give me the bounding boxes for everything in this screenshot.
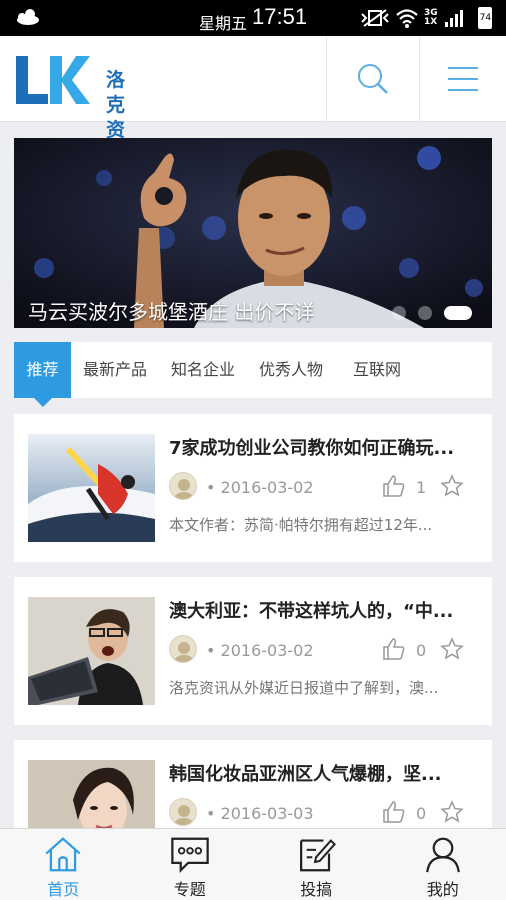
article-date: • 2016-03-02 <box>206 478 314 497</box>
author-avatar[interactable] <box>169 798 197 826</box>
search-button[interactable] <box>327 36 419 122</box>
favorite-star-icon[interactable] <box>440 474 464 498</box>
carousel-dot-active[interactable] <box>444 306 472 320</box>
nav-me[interactable]: 我的 <box>380 829 506 900</box>
article-card[interactable]: 7家成功创业公司教你如何正确玩... • 2016-03-02 1 本文作者：苏… <box>14 414 492 562</box>
status-day: 星期五 <box>199 14 248 33</box>
menu-button[interactable] <box>420 36 506 122</box>
tab-famous-companies[interactable]: 知名企业 <box>159 342 247 398</box>
author-avatar[interactable] <box>169 472 197 500</box>
lk-logo[interactable]: 洛克 资讯 <box>14 50 138 166</box>
tab-outstanding-people[interactable]: 优秀人物 <box>247 342 335 398</box>
carousel-dot[interactable] <box>392 306 406 320</box>
like-count: 1 <box>416 478 427 497</box>
app-header: 洛克 资讯 <box>0 36 506 166</box>
article-excerpt: 洛克资讯从外媒近日报道中了解到，澳... <box>169 679 439 697</box>
carousel-dot[interactable] <box>418 306 432 320</box>
nav-topics[interactable]: 专题 <box>127 829 254 900</box>
search-icon <box>358 64 388 94</box>
like-icon[interactable] <box>382 474 406 498</box>
article-title[interactable]: 7家成功创业公司教你如何正确玩... <box>169 434 481 460</box>
article-excerpt: 本文作者：苏简·帕特尔拥有超过12年... <box>169 516 433 534</box>
edit-icon <box>300 839 337 872</box>
user-icon <box>425 837 460 873</box>
nav-label: 我的 <box>426 880 459 899</box>
article-date: • 2016-03-03 <box>206 804 314 823</box>
favorite-star-icon[interactable] <box>440 637 464 661</box>
nav-home[interactable]: 首页 <box>0 829 127 900</box>
nav-label: 投搞 <box>300 880 333 899</box>
status-time: 17:51 <box>252 4 308 29</box>
network-type: 3G 1X <box>424 8 438 27</box>
nav-label: 首页 <box>47 880 80 899</box>
hamburger-menu-icon <box>448 67 478 91</box>
status-bar: 星期五 17:51 3G 1X 74 <box>0 0 506 36</box>
featured-banner[interactable]: 马云买波尔多城堡酒庄 出价不详 <box>14 138 492 328</box>
like-icon[interactable] <box>382 800 406 824</box>
banner-caption: 马云买波尔多城堡酒庄 出价不详 <box>28 300 315 324</box>
like-count: 0 <box>416 641 427 660</box>
like-icon[interactable] <box>382 637 406 661</box>
status-icons: 3G 1X 74 <box>360 6 492 30</box>
wifi-icon <box>396 9 418 28</box>
chat-bubble-icon <box>170 837 209 873</box>
article-thumbnail <box>28 597 155 705</box>
like-count: 0 <box>416 804 427 823</box>
tab-recommended[interactable]: 推荐 <box>14 342 71 407</box>
signal-icon <box>444 10 463 27</box>
article-title[interactable]: 韩国化妆品亚洲区人气爆棚，坚... <box>169 760 481 786</box>
weather-cloud-icon <box>17 9 39 25</box>
nav-label: 专题 <box>173 880 206 899</box>
favorite-star-icon[interactable] <box>440 800 464 824</box>
article-title[interactable]: 澳大利亚：不带这样坑人的，“中... <box>169 597 481 623</box>
lk-logo-mark <box>16 56 90 104</box>
home-icon <box>45 837 81 872</box>
article-card[interactable]: 澳大利亚：不带这样坑人的，“中... • 2016-03-02 0 洛克资讯从外… <box>14 577 492 725</box>
tab-internet[interactable]: 互联网 <box>335 342 413 398</box>
carousel-indicators <box>392 306 472 320</box>
article-thumbnail <box>28 434 155 542</box>
nav-submit[interactable]: 投搞 <box>253 829 380 900</box>
author-avatar[interactable] <box>169 635 197 663</box>
bottom-navigation: 首页 专题 投搞 我的 <box>0 828 506 900</box>
category-tabs: 推荐 最新产品 知名企业 优秀人物 互联网 <box>14 342 492 407</box>
article-date: • 2016-03-02 <box>206 641 314 660</box>
tab-new-products[interactable]: 最新产品 <box>71 342 159 398</box>
battery-icon: 74 <box>477 7 492 29</box>
vibrate-icon <box>361 9 389 27</box>
